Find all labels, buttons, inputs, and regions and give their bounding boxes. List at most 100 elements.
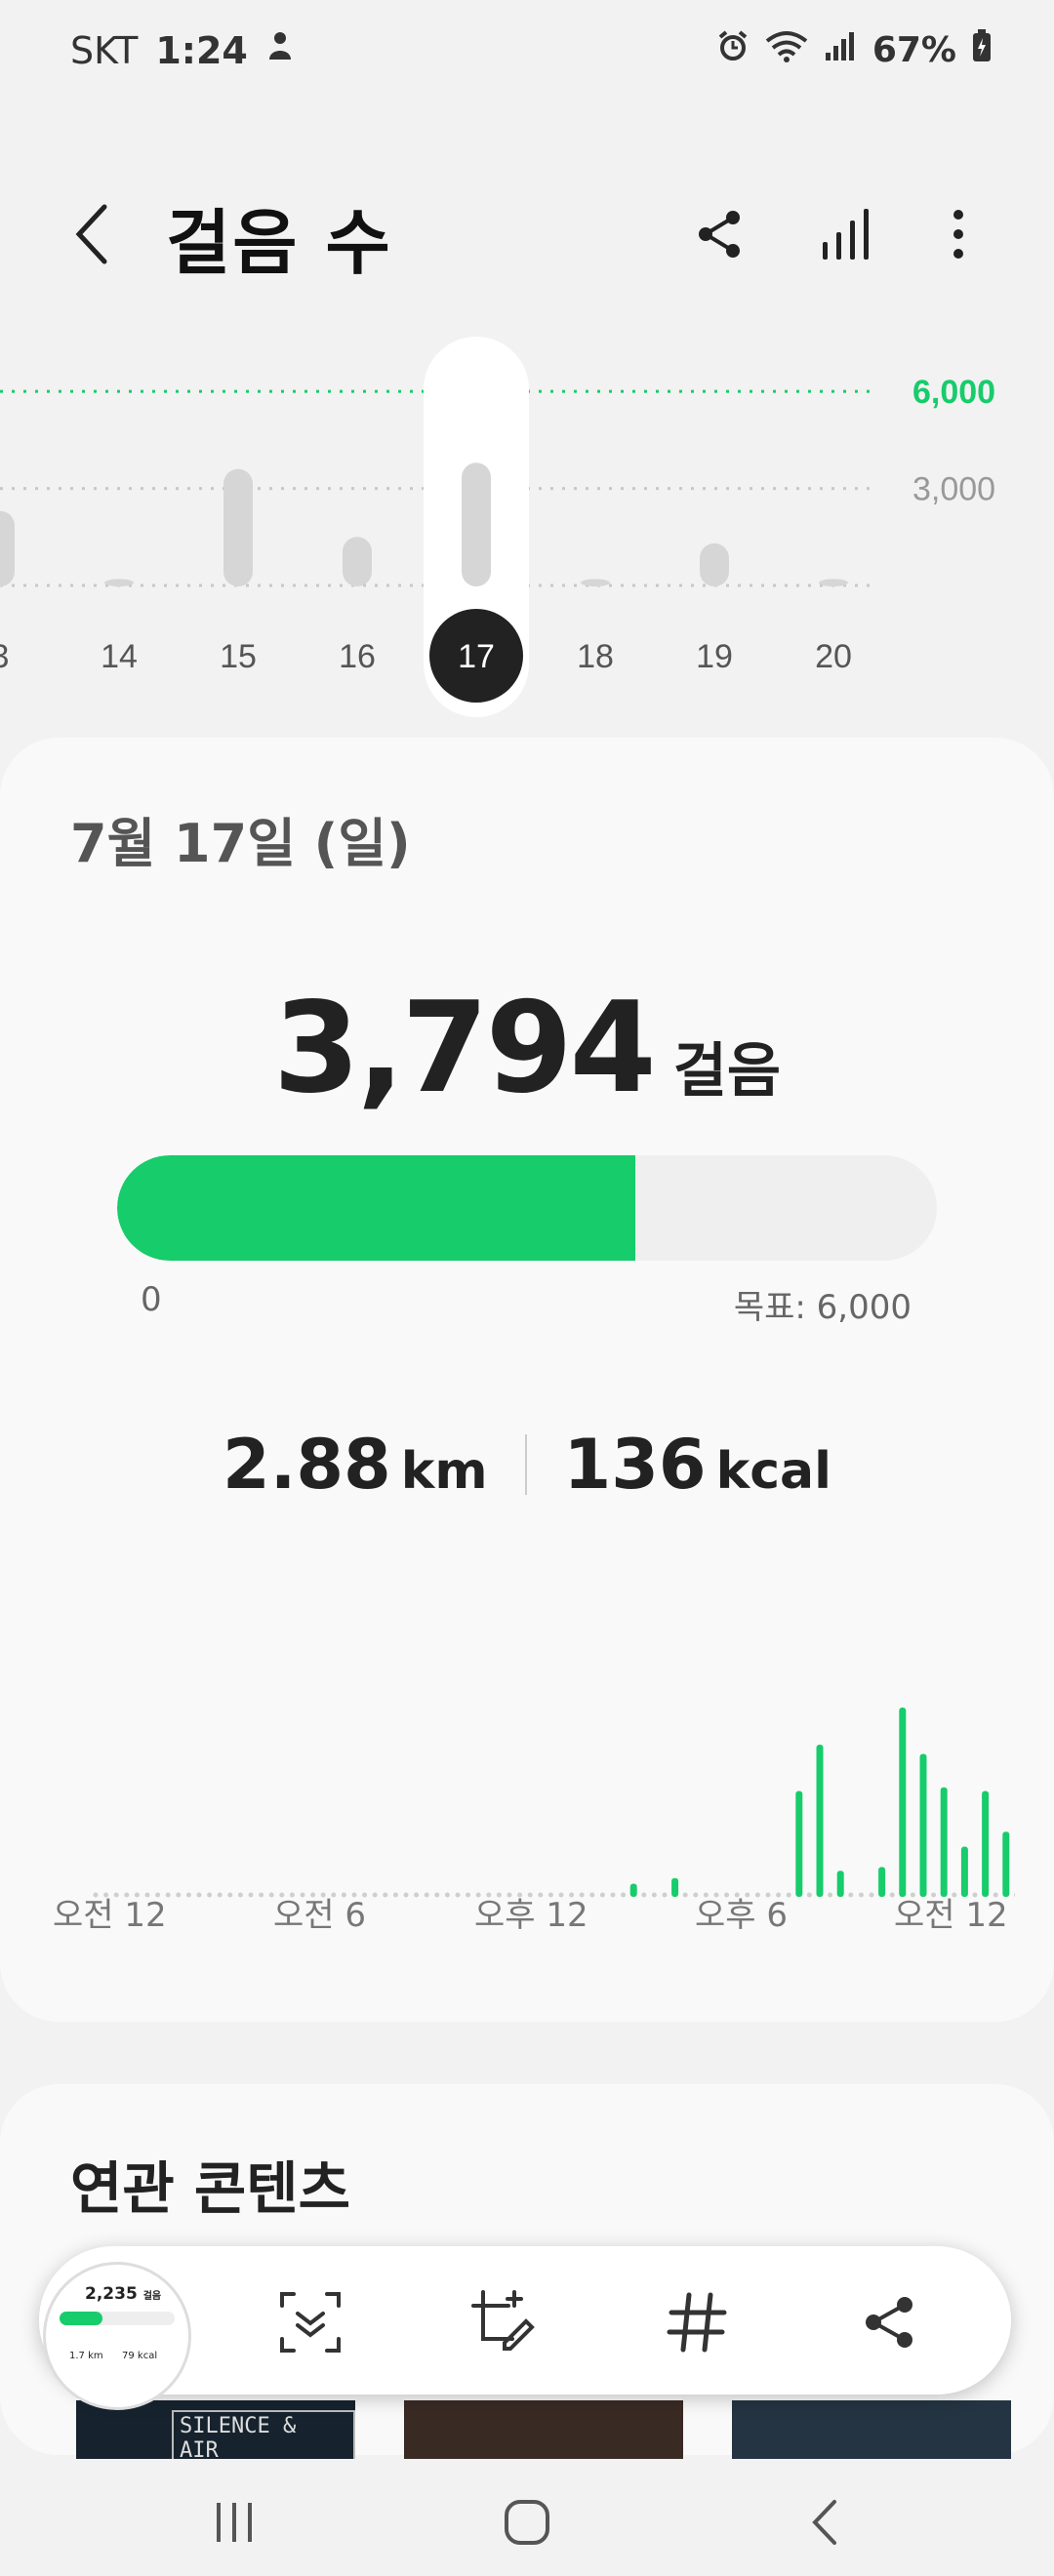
hour-bar-28 (671, 1877, 679, 1897)
weekly-steps-chart[interactable]: 6,000 3,000 3 14 15 16 17 18 19 20 (0, 332, 1054, 722)
calories-value: 136 (563, 1425, 707, 1505)
hour-bar-44 (1002, 1831, 1010, 1897)
hour-dot-b-35 (828, 1892, 833, 1898)
hour-bar-36 (836, 1871, 844, 1897)
home-button[interactable] (488, 2488, 566, 2556)
hour-dot-27 (651, 1892, 657, 1898)
distance-unit: km (400, 1442, 488, 1501)
hashtag-icon (667, 2292, 727, 2353)
hour-dot-b-13 (372, 1892, 378, 1898)
edit-capture-button[interactable] (463, 2281, 545, 2363)
day-label-14: 14 (101, 638, 138, 675)
day-label-17: 17 (458, 638, 495, 675)
hour-dot-b-26 (641, 1892, 647, 1898)
week-bar-3 (0, 510, 15, 586)
more-vert-icon (953, 210, 963, 259)
hour-bar-40 (919, 1753, 927, 1897)
tag-button[interactable] (656, 2281, 738, 2363)
carrier-label: SKT (70, 29, 139, 72)
hour-label-0: 오전 12 (53, 1896, 167, 1935)
day-label-15: 15 (220, 638, 257, 675)
hour-dot-7 (237, 1892, 243, 1898)
hour-dot-b-27 (662, 1892, 668, 1898)
hour-label-24: 오전 12 (894, 1896, 1008, 1935)
day-label-16: 16 (339, 638, 376, 675)
recents-button[interactable] (195, 2488, 273, 2556)
calories-metric: 136 kcal (564, 1425, 831, 1505)
hour-dot-b-16 (434, 1892, 440, 1898)
hour-dot-b-37 (869, 1892, 874, 1898)
week-bar-17 (462, 463, 491, 586)
preview-kcal: 79 kcal (122, 2351, 158, 2361)
hour-dot-18 (466, 1892, 471, 1898)
metrics-divider (524, 1434, 527, 1495)
back-arrow-icon (75, 204, 107, 264)
hour-dot-b-17 (455, 1892, 461, 1898)
hour-bar-35 (816, 1745, 824, 1897)
share-icon (699, 211, 740, 258)
share-button[interactable] (683, 195, 757, 273)
goal-progress-bar (117, 1155, 937, 1261)
hour-dot-b-24 (599, 1892, 605, 1898)
hour-bar-43 (982, 1791, 990, 1897)
steps-count: 3,794 (272, 976, 657, 1121)
goal-progress-fill (117, 1155, 635, 1261)
status-bar: SKT 1:24 67% (0, 0, 1054, 117)
hour-dot-b-34 (806, 1892, 812, 1898)
hour-bar-39 (899, 1708, 907, 1897)
hour-dot-6 (217, 1892, 223, 1898)
hour-bar-26 (629, 1883, 637, 1897)
distance-value: 2.88 (223, 1425, 391, 1505)
hour-bar-38 (878, 1867, 886, 1897)
week-bar-19 (700, 543, 729, 586)
hour-dot-37 (858, 1892, 864, 1898)
more-options-button[interactable] (927, 195, 990, 273)
preview-km: 1.7 km (69, 2351, 103, 2361)
preview-steps: 2,235 걸음 (85, 2284, 162, 2304)
hour-dot-b-7 (248, 1892, 254, 1898)
hour-dot-b-15 (414, 1892, 420, 1898)
distance-metric: 2.88 km (223, 1425, 487, 1505)
week-bar-18 (581, 579, 610, 586)
hour-bar-41 (940, 1787, 948, 1897)
hour-dot-b-44 (1013, 1892, 1015, 1898)
status-right: 67% (716, 29, 992, 71)
trend-button[interactable] (808, 195, 882, 273)
signal-icon (824, 29, 857, 71)
hour-dot-15 (403, 1892, 409, 1898)
week-bar-16 (343, 537, 372, 586)
hour-dot-b-36 (848, 1892, 854, 1898)
axis-label-3000: 3,000 (912, 471, 995, 508)
home-icon (505, 2500, 549, 2545)
back-button[interactable] (59, 195, 127, 273)
calories-unit: kcal (715, 1442, 831, 1501)
day-label-20: 20 (815, 638, 852, 675)
screenshot-preview[interactable]: 2,235 걸음 1.7 km 79 kcal (43, 2262, 191, 2410)
hour-dot-17 (444, 1892, 450, 1898)
progress-min-label: 0 (141, 1280, 162, 1319)
bar-chart-icon (823, 209, 869, 260)
goal-axis-label: 6,000 (912, 374, 995, 411)
battery-icon (972, 29, 992, 71)
share-capture-button[interactable] (849, 2281, 931, 2363)
hour-dot-b-14 (392, 1892, 398, 1898)
goal-label: 목표: 6,000 (733, 1288, 912, 1327)
week-bar-14 (104, 579, 134, 586)
hour-dot-25 (610, 1892, 616, 1898)
hour-dot-4 (176, 1892, 182, 1898)
week-bar-20 (819, 579, 848, 586)
related-content-title: 연관 콘텐츠 (70, 2155, 350, 2222)
hour-dot-16 (424, 1892, 429, 1898)
scroll-capture-button[interactable] (269, 2281, 351, 2363)
week-bar-15 (223, 468, 253, 586)
nav-back-button[interactable] (785, 2488, 863, 2556)
preview-bar (60, 2312, 175, 2325)
hour-bar-34 (795, 1791, 803, 1897)
nav-back-icon (812, 2500, 836, 2545)
steps-unit: 걸음 (672, 1037, 782, 1106)
share-icon (866, 2297, 912, 2348)
wifi-icon (765, 29, 808, 71)
hour-dot-5 (196, 1892, 202, 1898)
hour-dot-b-25 (621, 1892, 627, 1898)
selected-date: 7월 17일 (일) (70, 813, 411, 874)
